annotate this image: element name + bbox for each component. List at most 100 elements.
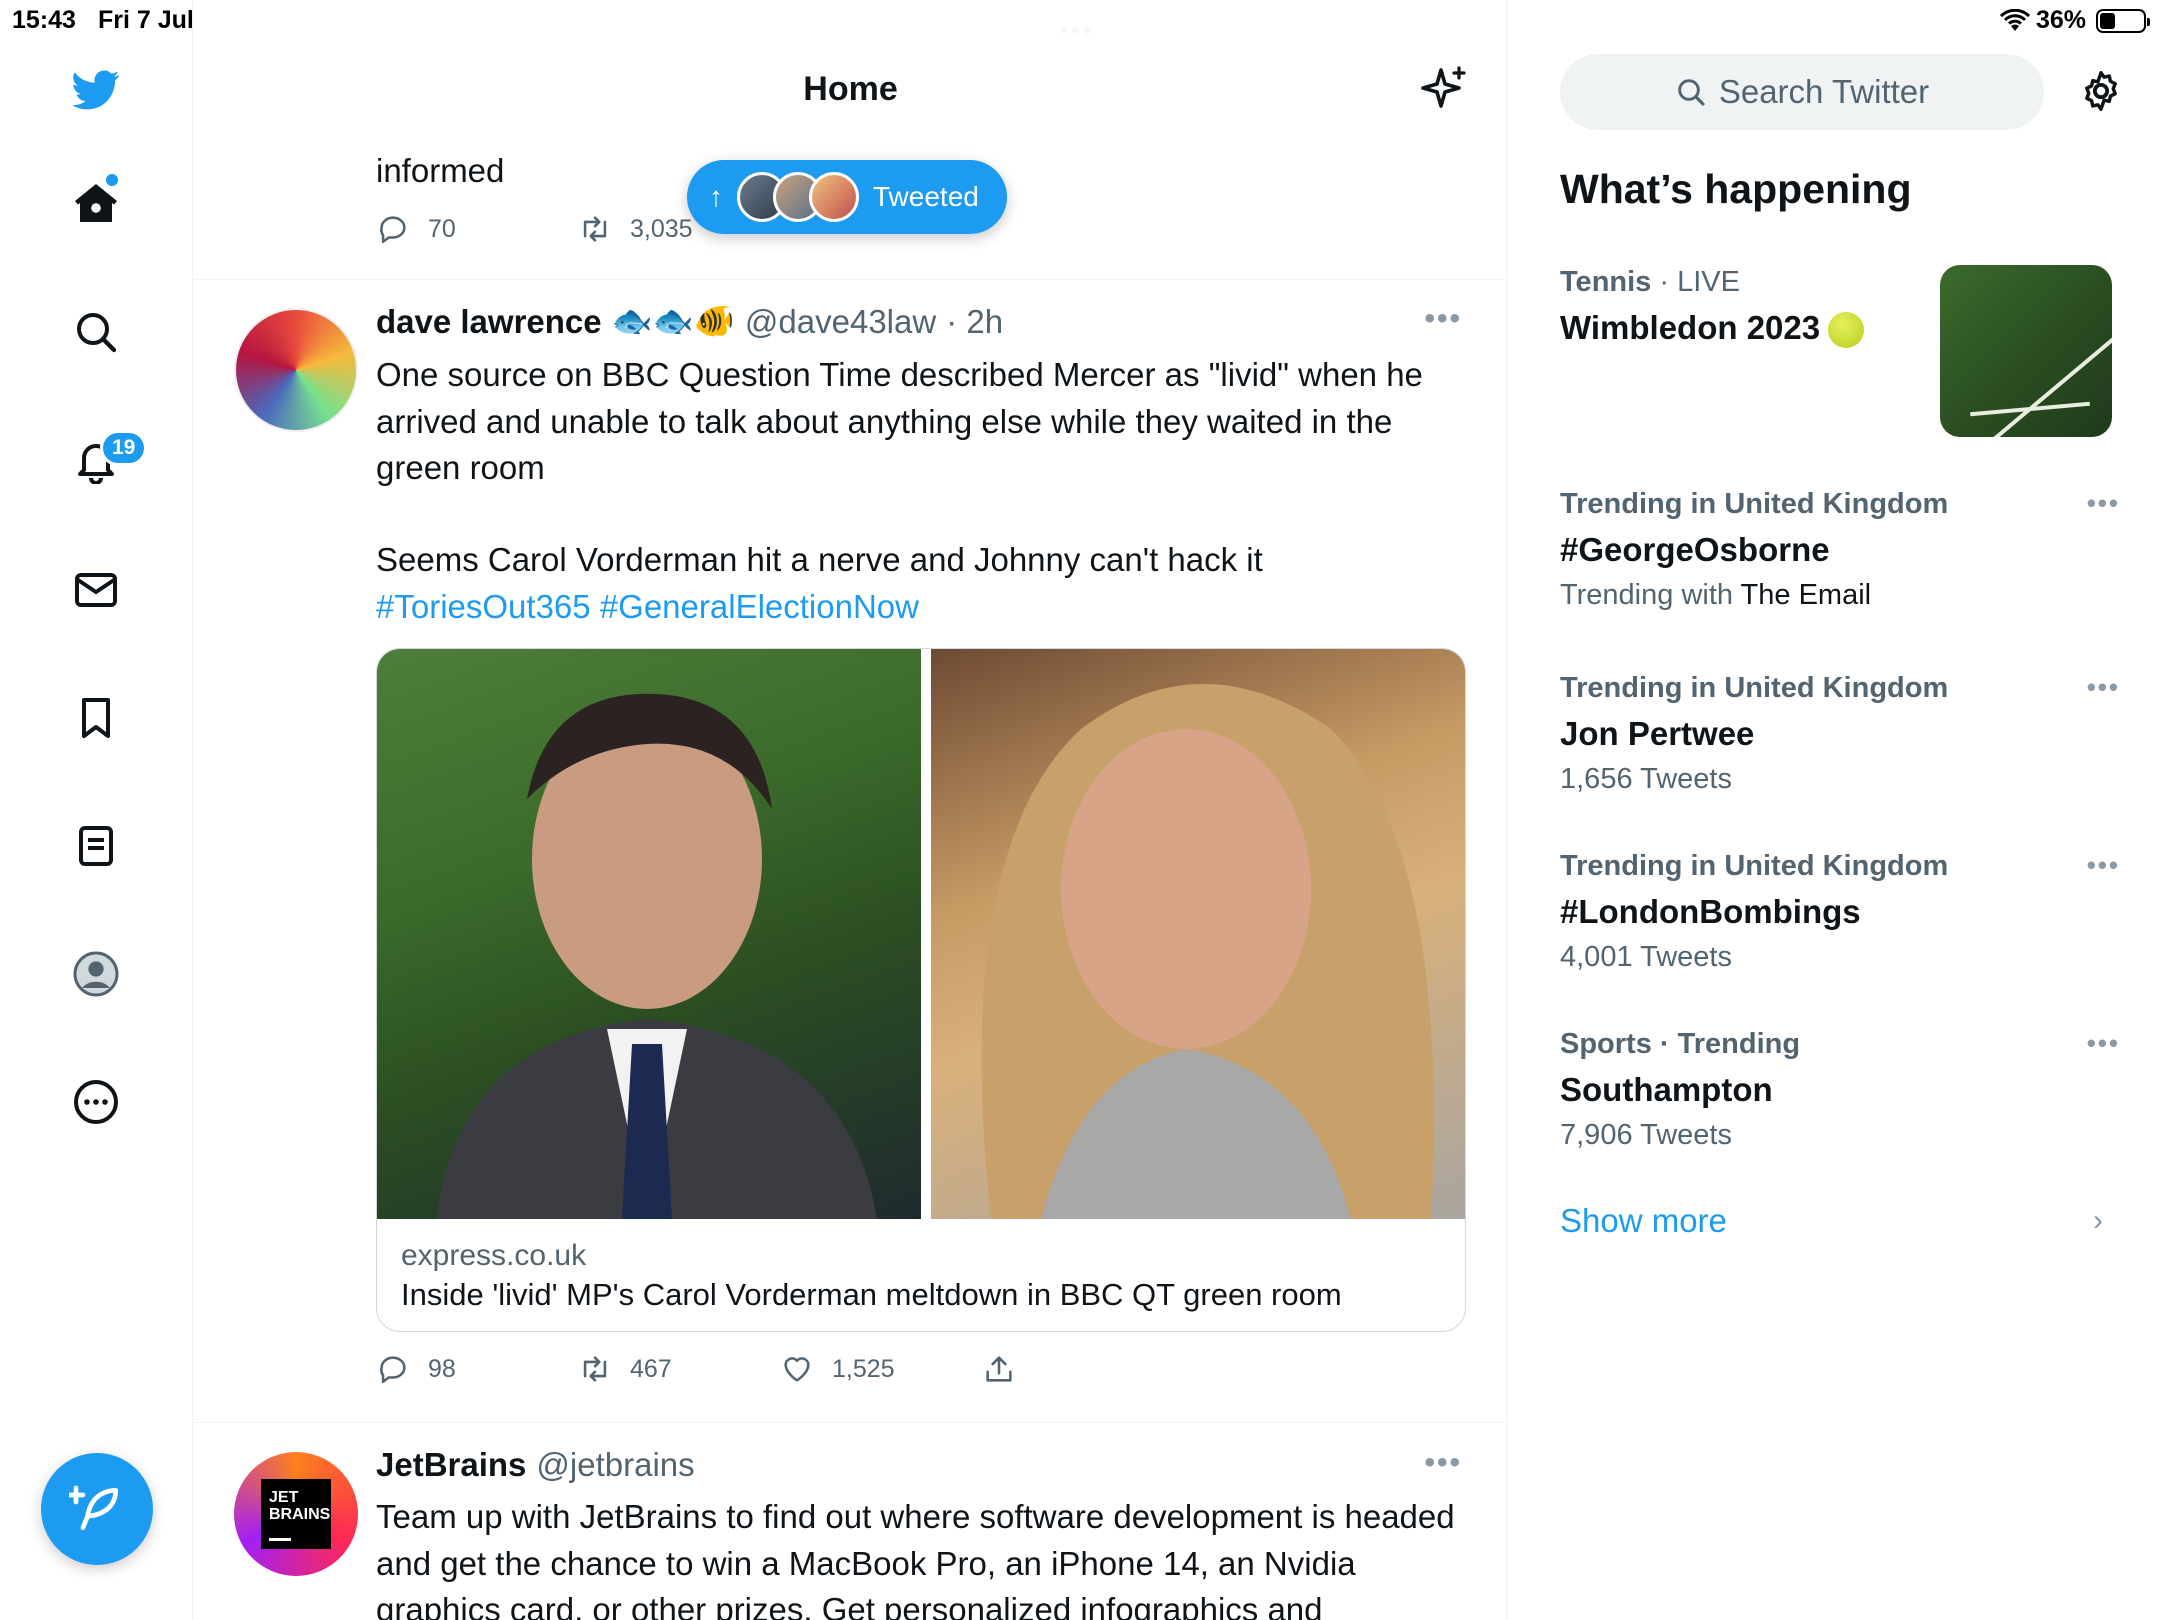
left-nav: 19: [0, 0, 193, 1620]
trend-tweet-count: 4,001 Tweets: [1560, 941, 1732, 973]
logo-text: JET: [269, 1489, 299, 1506]
trend-tweet-count: 1,656 Tweets: [1560, 763, 1732, 795]
tweet-more-icon[interactable]: •••: [1424, 1446, 1462, 1480]
trend-name: #LondonBombings: [1560, 893, 1861, 930]
tweet-author-name[interactable]: JetBrains: [376, 1446, 526, 1484]
card-image-left: [377, 649, 921, 1219]
trend-context-suffix: · LIVE: [1651, 266, 1740, 298]
pill-avatar: [809, 172, 859, 222]
show-more-link[interactable]: Show more: [1560, 1202, 1727, 1240]
trend-item[interactable]: ••• Trending in United Kingdom Jon Pertw…: [1560, 672, 2120, 796]
retweet-icon: [583, 1356, 607, 1382]
trend-context: Trending in United Kingdom: [1560, 488, 1949, 520]
profile-avatar-icon[interactable]: [66, 944, 126, 1004]
reply-icon: [380, 216, 406, 244]
link-card[interactable]: express.co.uk Inside 'livid' MP's Carol …: [376, 648, 1466, 1332]
trend-item[interactable]: ••• Sports · Trending Southampton 7,906 …: [1560, 1028, 2120, 1152]
tweet-author-avatar[interactable]: [234, 308, 358, 432]
right-sidebar: Search Twitter What’s happening Tennis ·…: [1508, 0, 2160, 1620]
pill-avatars: [737, 172, 859, 222]
trend-more-icon[interactable]: •••: [2087, 488, 2120, 519]
hashtag-link[interactable]: #GeneralElectionNow: [600, 588, 919, 625]
arrow-up-icon: ↑: [709, 181, 723, 212]
trend-more-icon[interactable]: •••: [2087, 672, 2120, 703]
tweet-text: Team up with JetBrains to find out where…: [376, 1498, 1455, 1620]
trend-more-icon[interactable]: •••: [2087, 850, 2120, 881]
previous-tweet-text: informed: [376, 152, 505, 189]
timeline-header: Home: [194, 0, 1506, 140]
page-title: Home: [803, 70, 898, 108]
card-image-right: [931, 649, 1465, 1219]
whats-happening-title: What’s happening: [1560, 166, 1912, 212]
trend-context: Trending in United Kingdom: [1560, 672, 1949, 704]
chevron-right-icon: ›: [2093, 1204, 2103, 1237]
sparkle-timeline-icon[interactable]: [1421, 64, 1469, 112]
trend-sub-prefix: Trending with: [1560, 579, 1741, 611]
tweet-text: One source on BBC Question Time describe…: [376, 356, 1423, 486]
trend-name: Jon Pertwee: [1560, 715, 1755, 752]
trend-context: Trending in United Kingdom: [1560, 850, 1949, 882]
card-title: Inside 'livid' MP's Carol Vorderman melt…: [401, 1277, 1342, 1312]
settings-gear-icon[interactable]: [2078, 68, 2124, 114]
trend-more-icon[interactable]: •••: [2087, 1028, 2120, 1059]
trend-context: Tennis: [1560, 266, 1652, 298]
explore-search-icon[interactable]: [66, 302, 126, 362]
trend-item[interactable]: ••• Trending in United Kingdom #GeorgeOs…: [1560, 488, 2120, 612]
tweet-header: dave lawrence 🐟🐟🐠 @dave43law · 2h: [376, 302, 1003, 341]
trend-name: Wimbledon 2023: [1560, 309, 1821, 346]
tweet-divider: [194, 279, 1506, 280]
card-domain: express.co.uk: [401, 1239, 587, 1272]
jetbrains-avatar[interactable]: JET BRAINS: [234, 1452, 358, 1576]
trend-context: Sports · Trending: [1560, 1028, 1801, 1060]
tweet-text-line: Seems Carol Vorderman hit a nerve and Jo…: [376, 541, 1263, 578]
reply-button[interactable]: 98: [376, 1352, 578, 1386]
reply-count: 70: [428, 214, 456, 243]
search-input[interactable]: Search Twitter: [1560, 54, 2044, 130]
hashtag-link[interactable]: #ToriesOut365: [376, 588, 591, 625]
tweet-author-handle[interactable]: @jetbrains: [536, 1446, 694, 1484]
new-tweets-pill[interactable]: ↑ Tweeted: [687, 160, 1007, 234]
search-icon: [1678, 79, 1705, 106]
trend-name: #GeorgeOsborne: [1560, 531, 1830, 568]
heart-icon: [784, 1357, 810, 1382]
retweet-count: 467: [630, 1354, 672, 1383]
reply-button[interactable]: 70: [376, 212, 578, 246]
home-unread-dot: [106, 174, 118, 186]
more-options-icon[interactable]: [66, 1072, 126, 1132]
like-button[interactable]: 1,525: [780, 1352, 982, 1386]
trend-tweet-count: 7,906 Tweets: [1560, 1119, 1732, 1151]
trend-thumbnail: [1940, 265, 2112, 437]
tweet-text-second: Seems Carol Vorderman hit a nerve and Jo…: [376, 537, 1466, 630]
tweet-divider: [194, 1422, 1506, 1423]
tweet-header: JetBrains @jetbrains: [376, 1446, 695, 1484]
messages-mail-icon[interactable]: [66, 560, 126, 620]
search-placeholder: Search Twitter: [1718, 73, 1930, 110]
tennis-ball-icon: [1828, 312, 1865, 349]
jetbrains-logo: JET BRAINS: [261, 1479, 331, 1549]
tweet-more-icon[interactable]: •••: [1424, 302, 1462, 336]
tweet-author-handle[interactable]: @dave43law: [745, 303, 936, 341]
retweet-button[interactable]: 467: [578, 1352, 780, 1386]
trend-sub-highlight[interactable]: The Email: [1741, 579, 1872, 611]
bookmarks-icon[interactable]: [66, 688, 126, 748]
twitter-logo-icon[interactable]: [66, 60, 126, 120]
pill-label: Tweeted: [873, 181, 979, 212]
notifications-badge: 19: [100, 430, 148, 466]
tweet-hashtags: #ToriesOut365 #GeneralElectionNow: [376, 584, 1466, 631]
compose-tweet-button[interactable]: [41, 1453, 153, 1565]
card-meta: express.co.uk Inside 'livid' MP's Carol …: [377, 1219, 1465, 1331]
trend-item[interactable]: ••• Trending in United Kingdom #LondonBo…: [1560, 850, 2120, 974]
share-icon: [986, 1356, 1012, 1382]
tweet-actions: 98 467 1,525: [376, 1352, 1184, 1386]
share-button[interactable]: [982, 1352, 1184, 1386]
retweet-icon: [583, 216, 607, 242]
retweet-count: 3,035: [630, 214, 693, 243]
reply-icon: [380, 1356, 406, 1384]
timeline-column: Home informed 70 3,035 ↑ Tweeted dave la…: [194, 0, 1507, 1620]
like-count: 1,525: [832, 1354, 895, 1383]
compose-feather-icon: [69, 1485, 118, 1530]
tweet-author-name[interactable]: dave lawrence: [376, 303, 602, 341]
lists-icon[interactable]: [66, 816, 126, 876]
tweet-time[interactable]: · 2h: [946, 303, 1003, 341]
reply-count: 98: [428, 1354, 456, 1383]
